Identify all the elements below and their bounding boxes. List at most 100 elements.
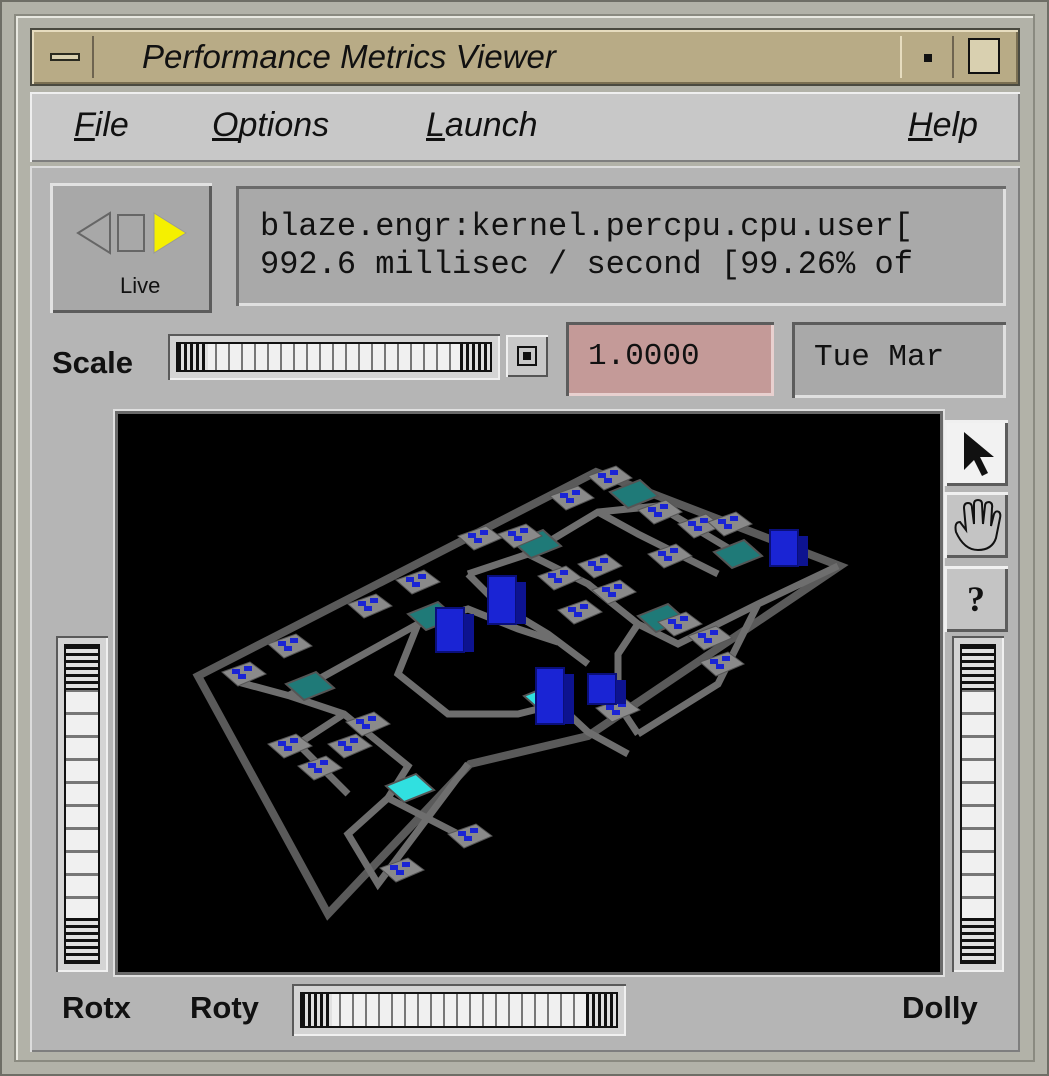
cpu-bar [680, 616, 688, 621]
help-tool-button[interactable]: ? [944, 566, 1008, 632]
cpu-bar [344, 746, 352, 751]
minimize-button[interactable] [900, 36, 954, 78]
cpu-bar [588, 561, 596, 566]
cpu-bar [364, 606, 372, 611]
cpu-bar [614, 584, 622, 589]
cpu-bar [668, 619, 676, 624]
reset-icon [517, 346, 537, 366]
menu-options[interactable]: Options [212, 106, 329, 145]
cpu-stack [535, 667, 565, 725]
scale-label: Scale [52, 345, 134, 380]
dolly-label: Dolly [902, 990, 978, 1025]
cpu-stack-side [616, 680, 626, 704]
cpu-bar [600, 558, 608, 563]
window-menu-button[interactable] [38, 36, 94, 78]
cpu-bar [710, 659, 718, 664]
minimize-icon [924, 54, 932, 62]
cpu-bar [658, 551, 666, 556]
cpu-bar [554, 578, 562, 583]
cpu-bar [350, 738, 358, 743]
cpu-bar [572, 490, 580, 495]
rotx-thumbwheel[interactable] [56, 636, 108, 972]
pointer-tool-button[interactable] [944, 420, 1008, 486]
cpu-stack [435, 607, 465, 653]
window-menu-icon [50, 53, 80, 61]
stop-icon [117, 214, 145, 252]
cpu-bar [390, 865, 398, 870]
scale-reset-button[interactable] [506, 335, 548, 377]
cpu-bar [568, 607, 576, 612]
cpu-bar [308, 763, 316, 768]
cpu-bar [470, 828, 478, 833]
cpu-bar [718, 519, 726, 524]
cpu-bar [412, 582, 420, 587]
metric-name-text: blaze.engr:kernel.percpu.cpu.user[ [260, 208, 913, 245]
cpu-bar [704, 638, 712, 643]
title-bar[interactable]: Performance Metrics Viewer [30, 28, 1020, 86]
cpu-bar [356, 719, 364, 724]
cpu-bar [722, 656, 730, 661]
roty-label: Roty [190, 990, 259, 1025]
cpu-bar [606, 705, 614, 710]
cpu-bar [674, 624, 682, 629]
cpu-bar [290, 638, 298, 643]
cpu-stack-side [798, 536, 808, 566]
cpu-bar [594, 566, 602, 571]
cpu-bar [700, 518, 708, 523]
cpu-bar [664, 556, 672, 561]
cpu-bar [604, 478, 612, 483]
cpu-bar [284, 646, 292, 651]
roty-thumbwheel[interactable] [292, 984, 626, 1036]
cpu-stack-side [464, 614, 474, 652]
cpu-bar [232, 669, 240, 674]
scale-value-field[interactable]: 1.0000 [566, 322, 774, 396]
cpu-bar [370, 598, 378, 603]
cpu-bar [508, 531, 516, 536]
cpu-bar [654, 512, 662, 517]
cpu-bar [694, 526, 702, 531]
step-back-icon [76, 211, 111, 255]
cpu-bar [396, 870, 404, 875]
cpu-bar [560, 493, 568, 498]
window-title: Performance Metrics Viewer [142, 38, 556, 75]
cpu-bar [358, 601, 366, 606]
cpu-bar [730, 516, 738, 521]
cpu-bar [520, 528, 528, 533]
metric-value-text: 992.6 millisec / second [99.26% of [260, 246, 913, 283]
cpu-bar [338, 741, 346, 746]
menu-help[interactable]: Help [908, 106, 978, 145]
cpu-bar [602, 587, 610, 592]
network-link [237, 678, 413, 800]
cpu-bar [402, 862, 410, 867]
cpu-bar [406, 577, 414, 582]
help-icon: ? [967, 579, 985, 619]
rotx-label: Rotx [62, 990, 131, 1025]
play-icon [153, 212, 187, 254]
cpu-bar [284, 746, 292, 751]
cpu-bar [648, 507, 656, 512]
cpu-bar [566, 498, 574, 503]
cpu-bar [362, 724, 370, 729]
menu-file[interactable]: File [74, 106, 129, 145]
menu-bar: File Options Launch Help [30, 92, 1020, 162]
scale-thumbwheel[interactable] [168, 334, 500, 380]
cpu-bar [598, 473, 606, 478]
cpu-stack [769, 529, 799, 567]
cpu-bar [290, 738, 298, 743]
live-label: Live [120, 273, 161, 298]
cpu-stack [487, 575, 517, 625]
3d-scene-viewport[interactable] [118, 414, 940, 972]
cpu-bar [458, 831, 466, 836]
cpu-bar [244, 666, 252, 671]
cpu-bar [688, 521, 696, 526]
maximize-button[interactable] [958, 36, 1012, 78]
cpu-bar [278, 741, 286, 746]
cpu-bar [368, 716, 376, 721]
metric-info-panel: blaze.engr:kernel.percpu.cpu.user[ 992.6… [236, 186, 1006, 306]
dolly-thumbwheel[interactable] [952, 636, 1004, 972]
menu-launch[interactable]: Launch [426, 106, 538, 145]
cpu-bar [710, 630, 718, 635]
cpu-bar [580, 604, 588, 609]
time-control-button[interactable]: Live [50, 183, 212, 313]
hand-tool-button[interactable] [944, 492, 1008, 558]
